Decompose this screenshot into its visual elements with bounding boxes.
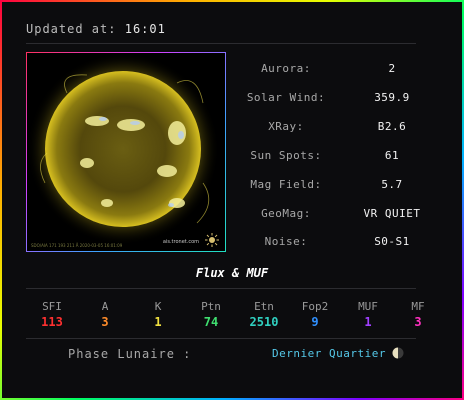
stat-k: K 1 [130, 300, 186, 329]
stat-value: 74 [203, 315, 219, 329]
metric-label: Solar Wind: [246, 91, 326, 104]
stat-label: MUF [358, 300, 378, 313]
metric-solar-wind: Solar Wind: 359.9 [230, 91, 456, 105]
metric-label: GeoMag: [261, 207, 311, 220]
metric-value: VR QUIET [363, 207, 421, 220]
stat-sfi: SFI 113 [24, 300, 80, 329]
stat-muf: MUF 1 [340, 300, 396, 329]
stat-label: Etn [254, 300, 274, 313]
metric-label: XRay: [268, 120, 304, 133]
sun-image[interactable]: SDO/AIA 171 193 211 Å 2020-03-05 16:01:0… [26, 52, 226, 252]
flux-divider [26, 288, 416, 289]
metric-geomag: GeoMag: VR QUIET [230, 207, 456, 221]
stat-value: 1 [154, 315, 162, 329]
moon-divider [26, 338, 416, 339]
updated-label: Updated at: [26, 22, 117, 36]
widget-panel: Updated at: 16:01 SDO/AIA 171 193 211 Å … [2, 2, 462, 398]
stat-a: A 3 [77, 300, 133, 329]
sun-image-caption: SDO/AIA 171 193 211 Å 2020-03-05 16:01:0… [31, 243, 123, 248]
stat-label: SFI [42, 300, 62, 313]
updated-timestamp: Updated at: 16:01 [26, 22, 166, 36]
metric-value: 5.7 [381, 178, 403, 191]
stat-value: 113 [41, 315, 63, 329]
metric-value: 61 [384, 149, 400, 162]
metric-aurora: Aurora: 2 [230, 62, 456, 76]
stat-label: MF [411, 300, 425, 313]
metric-xray: XRay: B2.6 [230, 120, 456, 134]
metric-label: Mag Field: [250, 178, 322, 191]
flux-title: Flux & MUF [195, 266, 269, 280]
moon-phase-value: Dernier Quartier [272, 347, 386, 360]
sun-logo-icon [205, 233, 219, 247]
stat-label: Ptn [201, 300, 221, 313]
header-divider [26, 43, 416, 44]
stat-label: A [101, 300, 109, 313]
stat-value: 3 [414, 315, 422, 329]
stat-value: 1 [364, 315, 372, 329]
metric-label: Sun Spots: [250, 149, 322, 162]
stat-value: 9 [311, 315, 319, 329]
metric-sun-spots: Sun Spots: 61 [230, 149, 456, 163]
metric-value: 2 [388, 62, 396, 75]
metric-label: Aurora: [261, 62, 311, 75]
sun-image-credit: ais.tronet.com [162, 239, 199, 245]
moon-phase-icon [392, 347, 404, 359]
stat-value: 2510 [249, 315, 279, 329]
stat-etn: Etn 2510 [236, 300, 292, 329]
metric-mag-field: Mag Field: 5.7 [230, 178, 456, 192]
moon-phase-label: Phase Lunaire : [68, 347, 192, 361]
widget-frame: Updated at: 16:01 SDO/AIA 171 193 211 Å … [0, 0, 464, 400]
metric-value: S0-S1 [374, 235, 410, 248]
stat-ptn: Ptn 74 [183, 300, 239, 329]
stat-label: K [154, 300, 162, 313]
metric-label: Noise: [264, 235, 308, 248]
stat-fop2: Fop2 9 [287, 300, 343, 329]
sun-disc-icon [27, 53, 219, 245]
metric-value: B2.6 [377, 120, 407, 133]
stat-mf: MF 3 [390, 300, 446, 329]
stat-value: 3 [101, 315, 109, 329]
stat-label: Fop2 [301, 300, 329, 313]
metric-noise: Noise: S0-S1 [230, 235, 456, 249]
updated-time: 16:01 [124, 22, 166, 36]
metric-value: 359.9 [374, 91, 410, 104]
